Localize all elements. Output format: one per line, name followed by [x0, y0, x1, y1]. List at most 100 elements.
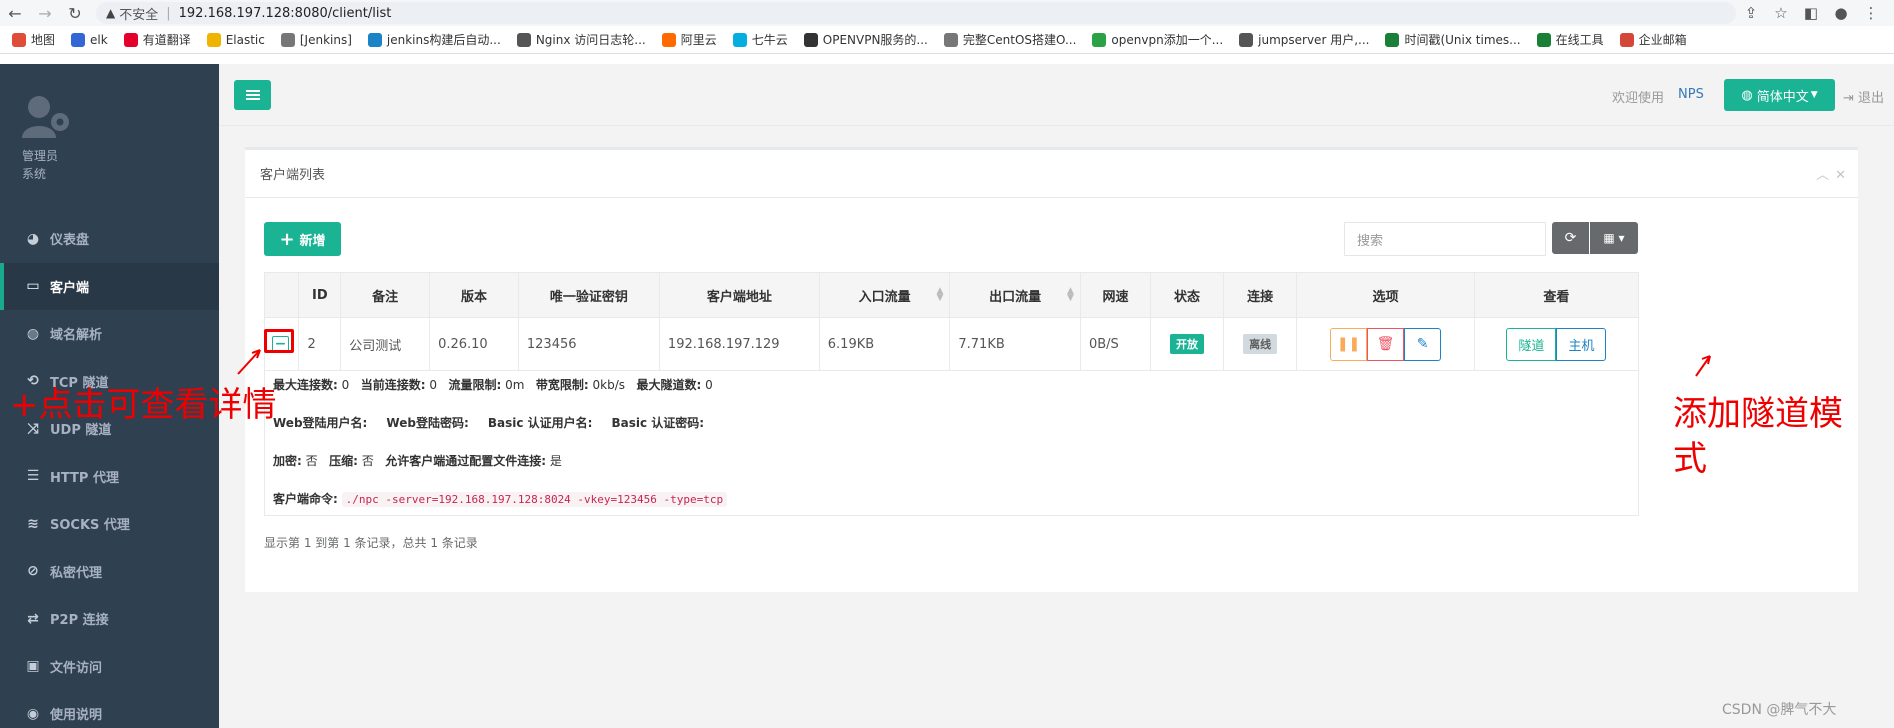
sidebar-item[interactable]: ⇄ P2P 连接: [0, 595, 219, 643]
bookmark-item[interactable]: jenkins构建后自动...: [367, 31, 501, 48]
tunnel-button[interactable]: 隧道: [1506, 327, 1557, 361]
close-icon[interactable]: ✕: [1835, 168, 1852, 183]
cell-in-flow: 6.19KB: [818, 317, 951, 371]
bookmark-item[interactable]: 七牛云: [732, 31, 788, 48]
plus-icon: +: [279, 228, 295, 250]
bookmark-item[interactable]: 完整CentOS搭建O...: [943, 31, 1077, 48]
logout-link[interactable]: ⇥ 退出: [1843, 87, 1884, 106]
globe-icon: ◍: [1741, 87, 1753, 103]
user-gear-icon: [22, 96, 69, 138]
sidebar-item[interactable]: ☰ HTTP 代理: [0, 453, 219, 501]
max-tunnel-value: 0: [705, 378, 713, 392]
star-icon[interactable]: ☆: [1766, 4, 1796, 22]
bookmark-label: 完整CentOS搭建O...: [962, 33, 1077, 47]
bookmark-item[interactable]: 时间戳(Unix times...: [1385, 31, 1521, 48]
bookmark-item[interactable]: openvpn添加一个...: [1092, 31, 1223, 48]
bookmark-label: jumpserver 用户,...: [1258, 33, 1370, 47]
column-header: 唯一验证密钥: [517, 272, 660, 318]
collapse-icon[interactable]: ︿: [1816, 168, 1835, 183]
bookmark-label: OPENVPN服务的...: [822, 33, 928, 47]
compress-value: 否: [361, 454, 374, 468]
bookmark-item[interactable]: Elastic: [206, 32, 265, 47]
bookmark-item[interactable]: 企业邮箱: [1619, 31, 1687, 48]
sort-icon: ▲ ▼: [1067, 286, 1074, 303]
bookmark-label: 有道翻译: [142, 33, 191, 47]
brand-link[interactable]: NPS: [1678, 87, 1704, 102]
sidebar-item[interactable]: ▣ 文件访问: [0, 643, 219, 691]
bookmark-label: 七牛云: [751, 33, 788, 47]
edit-icon: ✎: [1416, 336, 1429, 352]
column-header-label: 连接: [1247, 289, 1274, 305]
bookmarks-bar: 地图 elk 有道翻译 Elastic [Jenkins] jenkins构建后自动...…: [0, 26, 1894, 54]
cell-address: 192.168.197.129: [658, 317, 820, 371]
sidebar-item-label: HTTP 代理: [50, 470, 119, 486]
column-header: 客户端地址: [658, 272, 820, 318]
sidebar-item[interactable]: ◍ 域名解析: [0, 310, 219, 358]
annotation-expand-hint: +点击可查看详情: [10, 385, 277, 425]
column-header[interactable]: 入口流量 ▲ ▼: [818, 272, 951, 318]
bookmark-label: 在线工具: [1555, 33, 1604, 47]
cur-conn-value: 0: [429, 378, 438, 392]
add-label: 新增: [299, 233, 326, 249]
sidebar-item[interactable]: ≋ SOCKS 代理: [0, 500, 219, 548]
sign-out-icon: ⇥: [1843, 91, 1854, 106]
bookmark-item[interactable]: 有道翻译: [123, 31, 191, 48]
profile-icon[interactable]: ●: [1826, 4, 1856, 22]
bookmark-item[interactable]: 地图: [12, 31, 55, 48]
bookmark-label: 企业邮箱: [1638, 33, 1687, 47]
bookmark-item[interactable]: 阿里云: [661, 31, 717, 48]
more-menu-icon[interactable]: ⋮: [1856, 4, 1886, 22]
pause-button[interactable]: ❚❚: [1330, 327, 1368, 361]
config-conn-value: 是: [549, 454, 562, 468]
back-icon[interactable]: ←: [0, 4, 30, 23]
add-client-button[interactable]: + 新增: [264, 222, 341, 256]
bookmark-item[interactable]: 在线工具: [1536, 31, 1604, 48]
lightbulb-icon: ◉: [26, 705, 40, 722]
host-button[interactable]: 主机: [1556, 327, 1607, 361]
search-input[interactable]: 搜索: [1344, 222, 1546, 256]
bookmark-item[interactable]: OPENVPN服务的...: [803, 31, 928, 48]
forward-icon[interactable]: →: [30, 4, 60, 23]
web-pass-label: Web登陆密码:: [386, 416, 469, 430]
language-dropdown-button[interactable]: ◍ 简体中文 ▼: [1724, 79, 1835, 111]
bookmark-label: elk: [90, 32, 108, 47]
bookmark-label: Elastic: [225, 32, 265, 47]
delete-button[interactable]: 🗑: [1367, 327, 1405, 361]
bookmark-item[interactable]: elk: [71, 32, 108, 47]
bookmark-item[interactable]: [Jenkins]: [280, 32, 352, 47]
share-icon[interactable]: ⇪: [1736, 4, 1766, 22]
column-header[interactable]: 出口流量 ▲ ▼: [949, 272, 1081, 318]
sidebar-item[interactable]: ⊘ 私密代理: [0, 548, 219, 596]
refresh-button[interactable]: ⟳: [1552, 222, 1589, 254]
annotation-tunnel-hint: 添加隧道模式: [1673, 394, 1843, 479]
flow-limit-label: 流量限制:: [448, 378, 502, 392]
detail-line-limits: 最大连接数: 0 当前连接数: 0 流量限制: 0m 带宽限制: 0kb/s 最…: [273, 376, 713, 393]
annotation-arrow-right: [1695, 355, 1711, 377]
reload-icon[interactable]: ↻: [60, 4, 90, 23]
bookmark-favicon-icon: [1619, 32, 1634, 47]
bookmark-favicon-icon: [367, 32, 382, 47]
column-header: ID: [298, 272, 342, 318]
bookmark-item[interactable]: jumpserver 用户,...: [1239, 31, 1369, 48]
address-bar[interactable]: ▲ 不安全 | 192.168.197.128:8080/client/list: [96, 2, 1736, 24]
columns-dropdown-button[interactable]: ▦ ▾: [1590, 222, 1638, 254]
cell-version: 0.26.10: [429, 317, 519, 371]
column-header: 查看: [1473, 272, 1640, 318]
sidebar-item[interactable]: ▭ 客户端: [0, 262, 219, 310]
menu-toggle-button[interactable]: [234, 80, 271, 110]
view-group: 隧道 主机: [1506, 327, 1607, 361]
sidebar-item[interactable]: ◕ 仪表盘: [0, 215, 219, 263]
bookmark-item[interactable]: Nginx 访问日志轮...: [516, 31, 646, 48]
exchange-icon: ⇄: [27, 610, 39, 627]
edit-button[interactable]: ✎: [1404, 327, 1442, 361]
web-user-label: Web登陆用户名:: [273, 416, 368, 430]
sidebar-item[interactable]: ◉ 使用说明: [0, 690, 219, 728]
bookmark-favicon-icon: [1536, 32, 1551, 47]
column-header-label: 选项: [1372, 289, 1399, 305]
client-command[interactable]: ./npc -server=192.168.197.128:8024 -vkey…: [341, 492, 728, 507]
welcome-text: 欢迎使用: [1612, 91, 1665, 106]
column-header-label: 入口流量: [858, 289, 911, 305]
bookmark-label: [Jenkins]: [299, 32, 352, 47]
sidebar-toggle-icon[interactable]: ◧: [1796, 4, 1826, 22]
column-header: 网速: [1079, 272, 1151, 318]
